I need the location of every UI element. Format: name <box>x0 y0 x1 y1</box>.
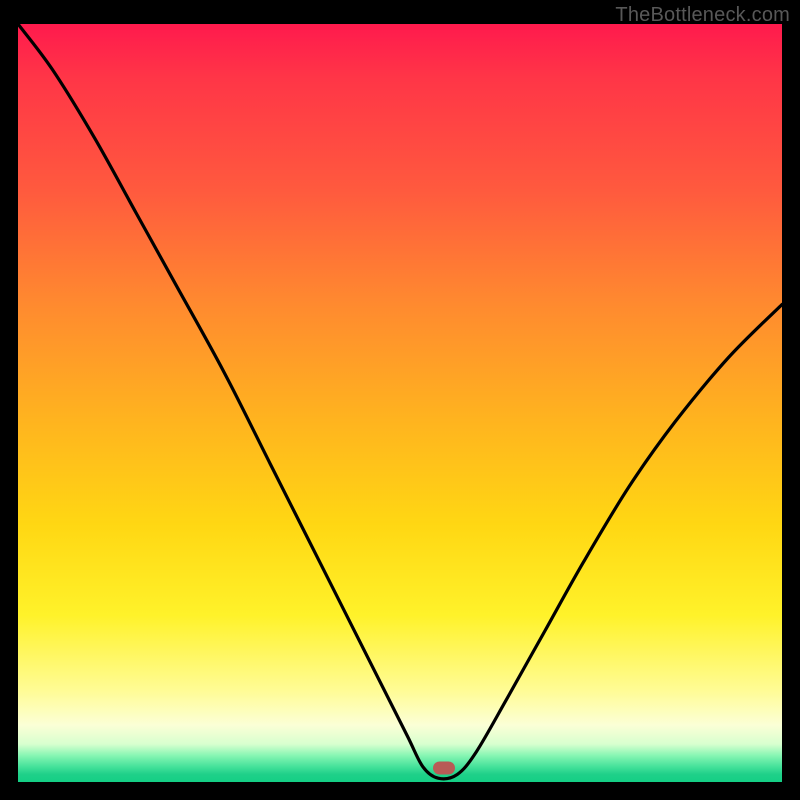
bottleneck-curve <box>18 24 782 782</box>
chart-stage: TheBottleneck.com <box>0 0 800 800</box>
optimal-point-marker <box>433 762 455 775</box>
watermark-text: TheBottleneck.com <box>615 4 790 27</box>
plot-area <box>18 24 782 782</box>
